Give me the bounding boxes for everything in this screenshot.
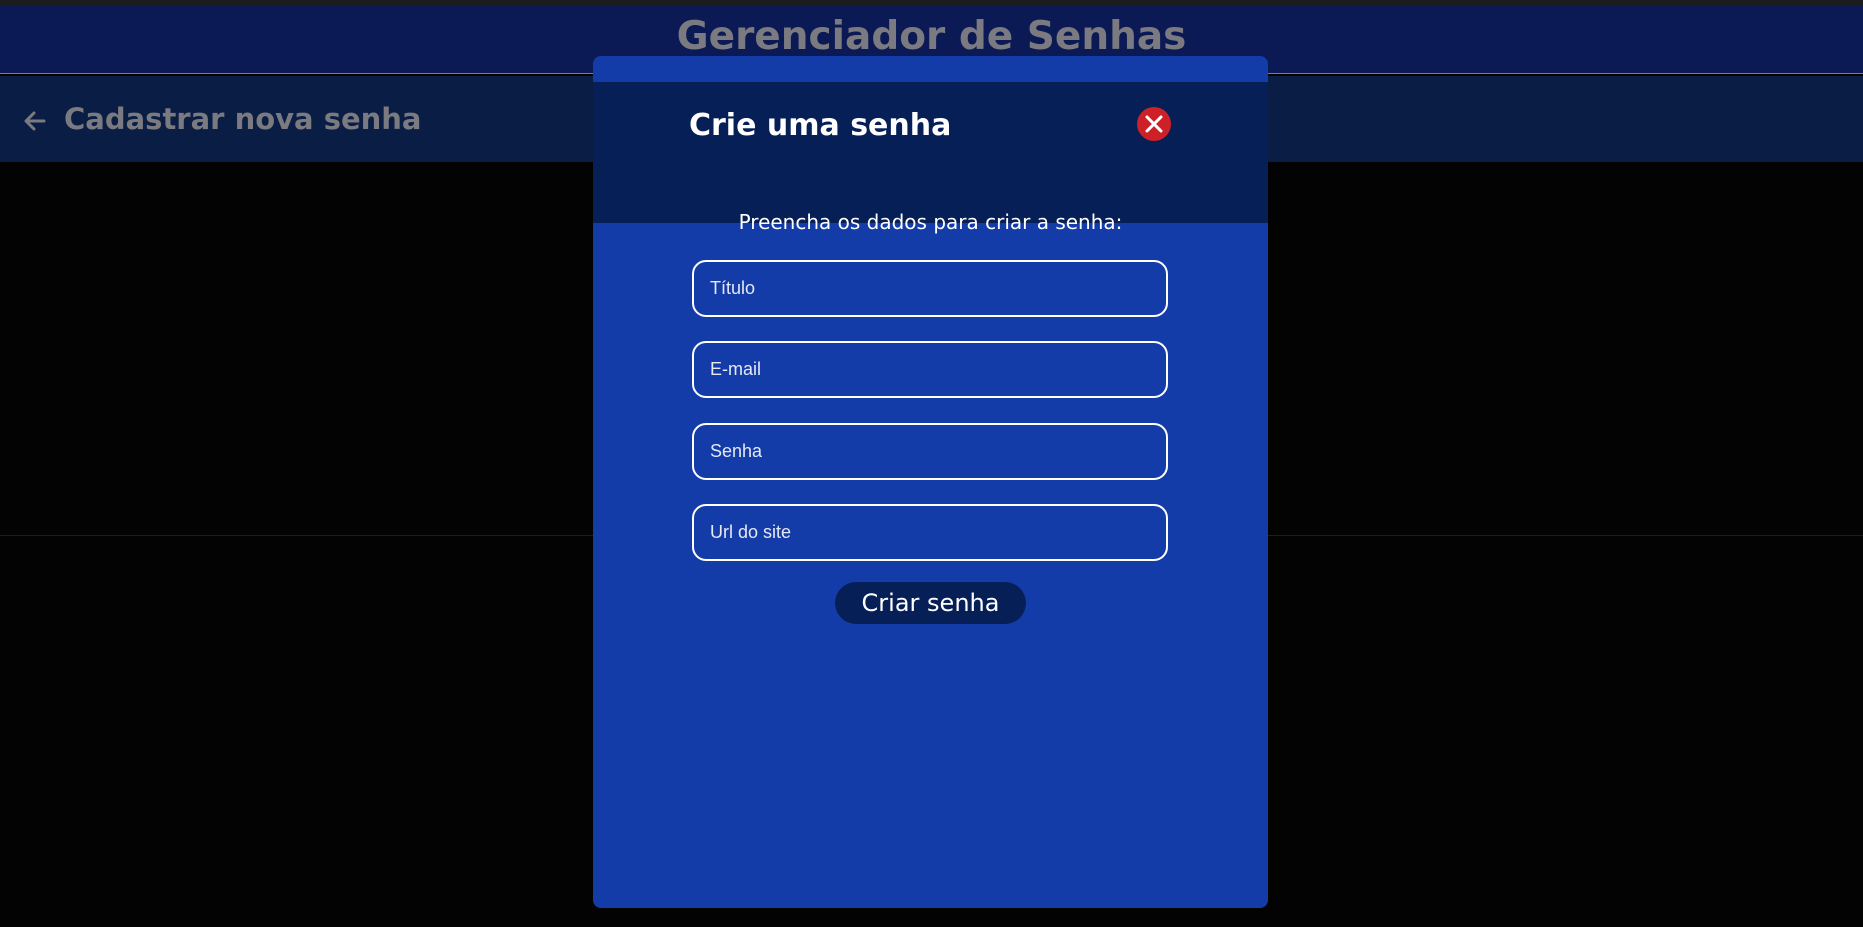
- close-icon: [1145, 115, 1163, 133]
- title-input[interactable]: [692, 260, 1168, 317]
- arrow-left-icon[interactable]: [22, 108, 48, 134]
- password-input[interactable]: [692, 423, 1168, 480]
- subheader-title: Cadastrar nova senha: [64, 102, 422, 136]
- modal-header: Crie uma senha: [593, 82, 1268, 223]
- app-title: Gerenciador de Senhas: [676, 14, 1187, 59]
- close-button[interactable]: [1137, 107, 1171, 141]
- form-instruction: Preencha os dados para criar a senha:: [738, 210, 1123, 234]
- email-input[interactable]: [692, 341, 1168, 398]
- page: Gerenciador de Senhas Cadastrar nova sen…: [0, 0, 1863, 927]
- create-password-button[interactable]: Criar senha: [835, 582, 1026, 624]
- create-password-modal: Crie uma senha Preencha os dados para cr…: [593, 56, 1268, 908]
- modal-title: Crie uma senha: [689, 108, 952, 143]
- url-input[interactable]: [692, 504, 1168, 561]
